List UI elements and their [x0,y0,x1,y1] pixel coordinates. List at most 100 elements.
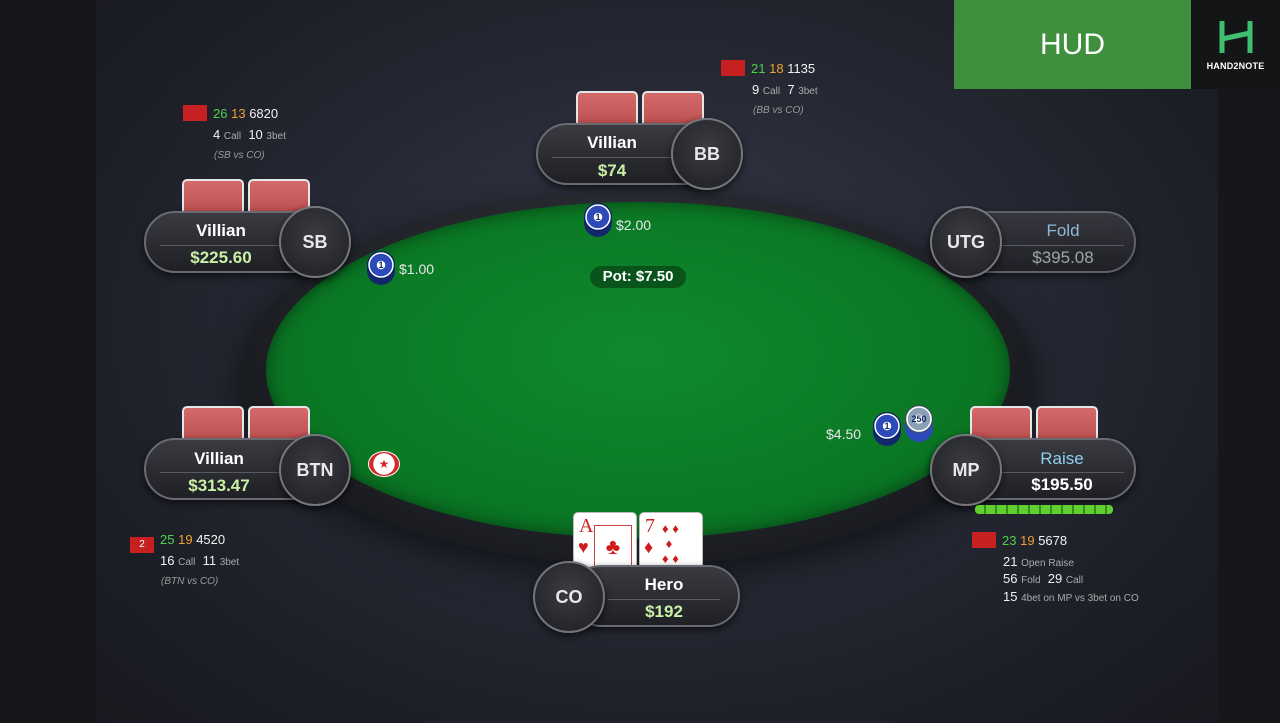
hud-stats-mp-line4: 15 4bet on MP vs 3bet on CO [1003,589,1139,604]
hand2note-icon [1219,20,1252,53]
hud-label: HUD [1040,27,1105,61]
stat-value: 21 [1003,554,1018,569]
heart-icon: ♥ [578,537,589,557]
hud-badge: 2 [130,537,154,553]
hud-badge [183,105,207,121]
chip-stack-icon: 250 [905,405,933,433]
stat-pfr: 13 [231,106,246,121]
divider [160,472,284,473]
stat-value: 56 [1003,571,1018,586]
position-badge: BTN [279,434,351,506]
stat-context: (SB vs CO) [214,150,265,161]
stat-value: 16 [160,553,175,568]
hud-stats-sb-line2: 4 Call 10 3bet [213,127,286,142]
divider [160,245,284,246]
card-rank: A [579,515,594,537]
hud-stats-btn[interactable]: 2 25 19 4520 [130,532,225,553]
stat-label: 3bet [798,86,818,97]
card-pips: ♦ ♦ ♦ ♦ ♦ [662,521,679,566]
stat-hands: 6820 [249,106,279,121]
hand2note-brand-text: HAND2NOTE [1206,60,1265,71]
card-rank: 7 [645,515,655,537]
position-badge: UTG [930,206,1002,278]
diamond-icon: ♦ [644,537,654,557]
hud-button[interactable]: HUD [954,0,1191,89]
position-badge: MP [930,434,1002,506]
stat-label: 3bet [266,131,286,142]
stat-value: 29 [1047,571,1063,586]
hud-badge [972,532,996,548]
stat-pfr: 19 [1020,533,1035,548]
player-stack: $225.60 [190,248,252,267]
pot-label: Pot: $7.50 [590,266,686,288]
hud-context-btn: (BTN vs CO) [161,572,218,587]
chip-stack-icon: 1 [584,203,612,231]
stat-label: Fold [1021,575,1041,586]
player-action: Fold [1046,221,1080,240]
stat-value: 7 [787,82,795,97]
hud-stats-mp-line2: 21 Open Raise [1003,554,1074,569]
position-badge: SB [279,206,351,278]
stat-value: 4 [213,127,221,142]
hero-card[interactable]: A ♥ ♣ [573,512,637,570]
stat-value: 11 [202,553,217,568]
player-name: Villian [587,133,637,152]
position-badge: BB [671,118,743,190]
stat-label: Call [223,131,242,142]
bet-amount-bb: $2.00 [616,217,652,233]
stat-hands: 4520 [196,532,226,547]
bet-amount-sb: $1.00 [399,261,435,277]
stat-pfr: 18 [769,61,784,76]
chip-stack-icon: 1 [873,412,901,440]
stat-label: 4bet on MP vs 3bet on CO [1021,593,1139,604]
stat-vpip: 25 [160,532,175,547]
hud-stats-mp-line3: 56 Fold 29 Call [1003,571,1083,586]
divider [608,599,720,600]
position-badge: CO [533,561,605,633]
player-stack: $313.47 [188,476,250,495]
stat-label: Call [178,557,196,568]
stat-context: (BB vs CO) [753,105,804,116]
hud-stats-btn-line2: 16 Call 11 3bet [160,553,239,568]
stat-value: 10 [248,127,263,142]
player-stack: $74 [597,161,627,180]
hud-stats-bb[interactable]: 21 18 1135 [721,60,815,76]
player-stack: $395.08 [1032,248,1094,267]
hud-context-bb: (BB vs CO) [753,101,804,116]
dealer-button-icon: ★ [368,451,400,477]
stat-context: (BTN vs CO) [161,576,219,587]
player-stack: $195.50 [1031,475,1093,494]
bet-amount-mp: $4.50 [826,426,862,442]
left-letterbox [0,0,96,723]
time-bank-bar [975,505,1113,514]
ace-face: ♣ [594,525,632,569]
stat-vpip: 26 [213,106,228,121]
hand2note-logo: HAND2NOTE [1191,0,1280,89]
stat-value: 15 [1003,589,1018,604]
stat-hands: 1135 [787,61,816,76]
hud-context-sb: (SB vs CO) [214,146,265,161]
stat-label: Call [762,86,781,97]
right-letterbox [1218,0,1280,723]
player-name: Villian [196,221,246,240]
stat-label: Open Raise [1021,558,1074,569]
hud-badge [721,60,745,76]
divider [1000,472,1124,473]
divider [1000,245,1124,246]
stat-pfr: 19 [178,532,193,547]
stat-hands: 5678 [1038,533,1068,548]
player-action: Raise [1040,449,1084,468]
chip-stack-icon: 1 [367,251,395,279]
player-name: Villian [194,449,244,468]
hero-card[interactable]: 7 ♦ ♦ ♦ ♦ ♦ ♦ [639,512,703,570]
stat-vpip: 23 [1002,533,1017,548]
divider [552,157,672,158]
hud-stats-bb-line2: 9 Call 7 3bet [752,82,818,97]
stat-label: 3bet [219,557,240,568]
hud-stats-sb[interactable]: 26 13 6820 [183,105,278,121]
stat-label: Call [1065,575,1084,586]
stat-vpip: 21 [751,61,766,76]
player-name: Hero [644,575,684,594]
stat-value: 9 [752,82,760,97]
hud-stats-mp[interactable]: 23 19 5678 [972,532,1067,548]
